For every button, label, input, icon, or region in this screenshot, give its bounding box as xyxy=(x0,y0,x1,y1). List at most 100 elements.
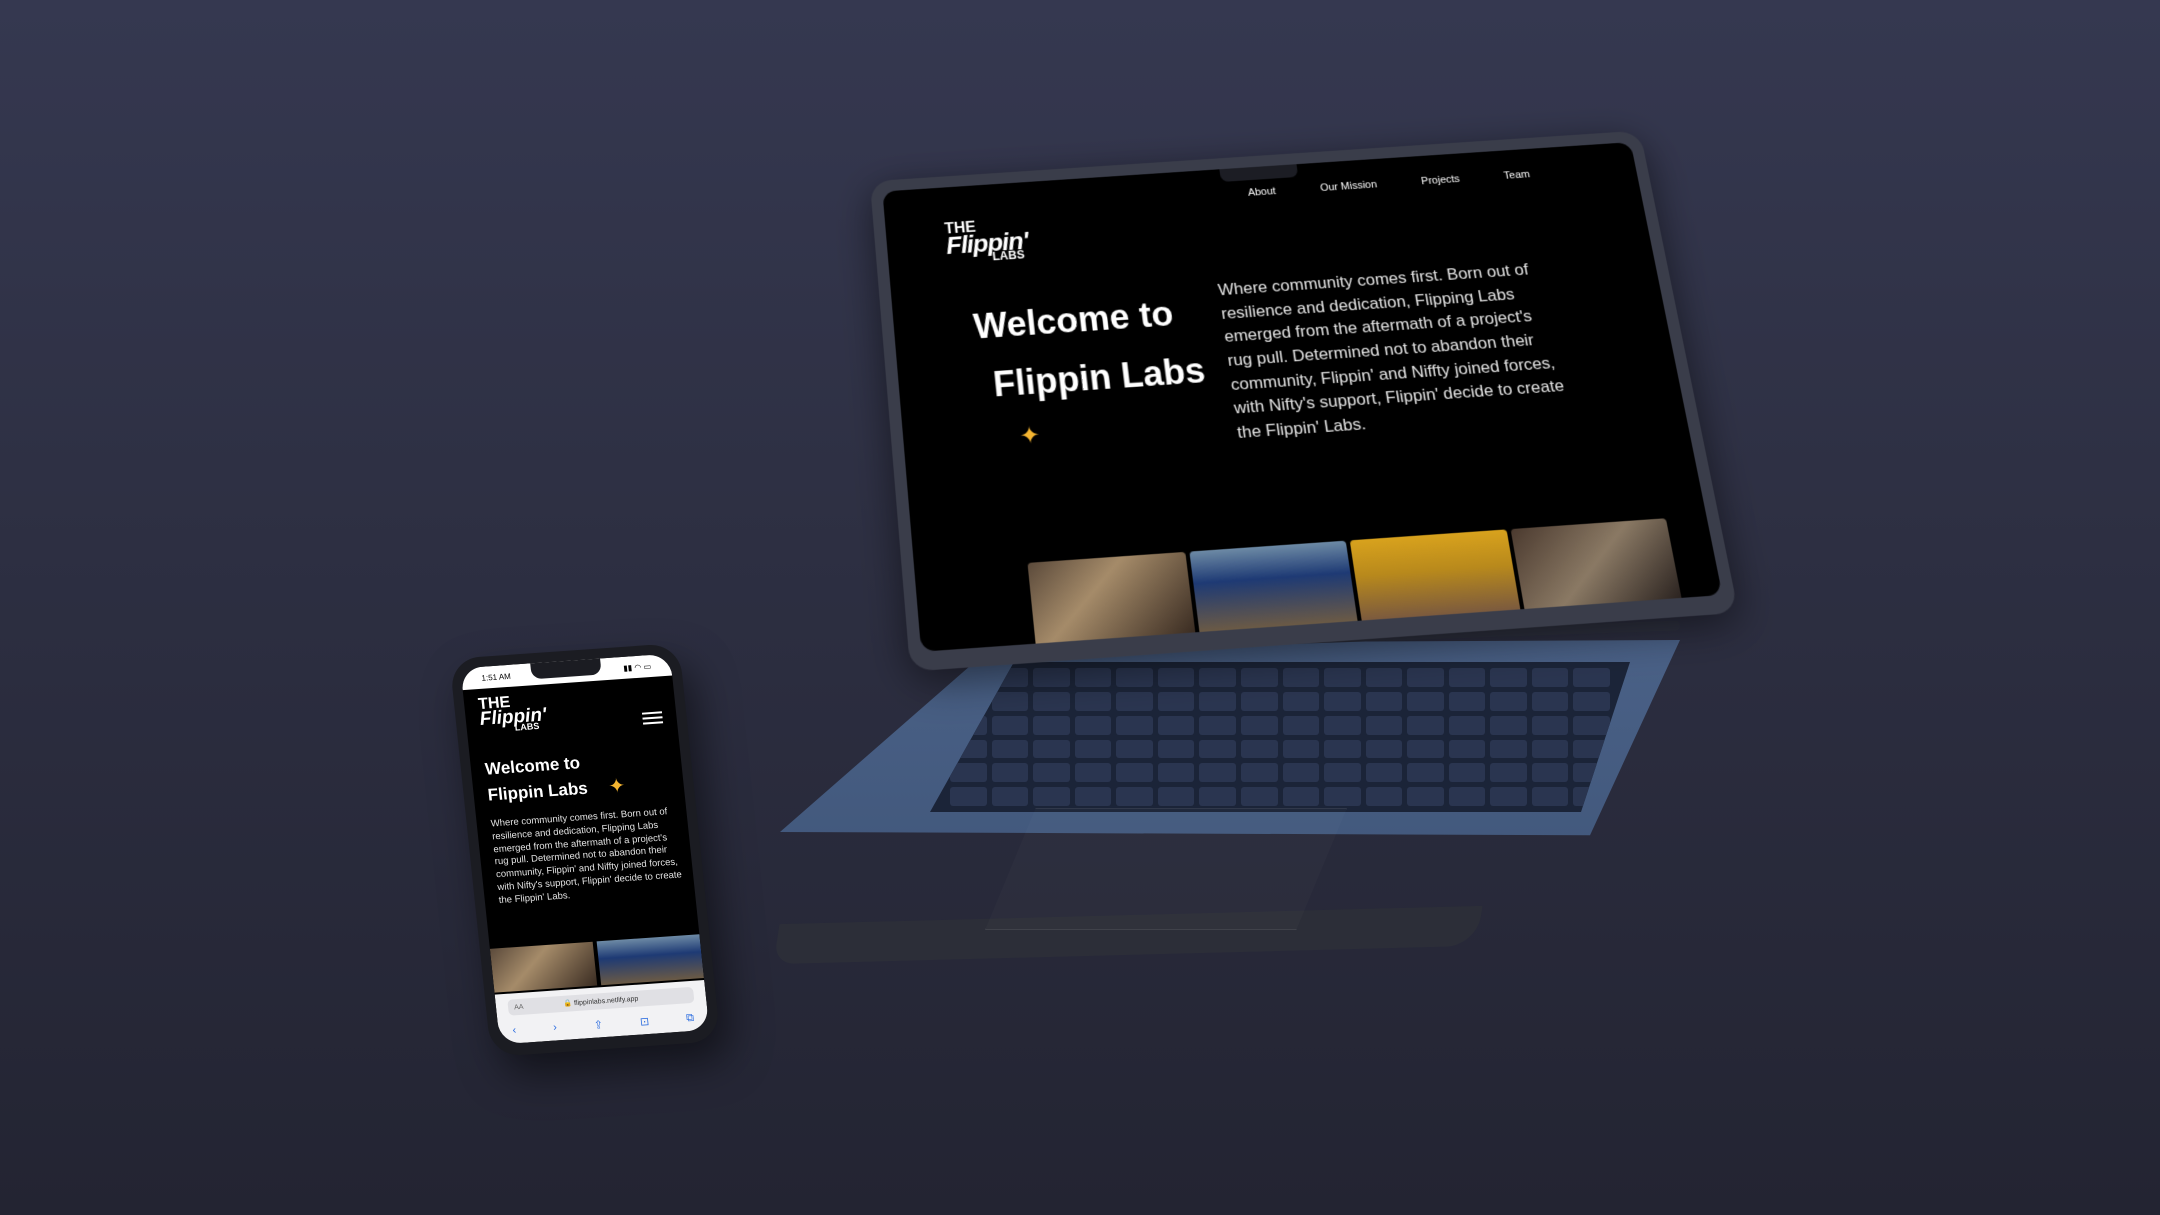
site-logo[interactable]: THE Flippin' LABS xyxy=(478,694,548,734)
keyboard-key xyxy=(1449,716,1486,735)
keyboard-key xyxy=(1366,763,1403,782)
keyboard-key xyxy=(1116,763,1153,782)
hero-title: Welcome to Flippin Labs xyxy=(971,283,1209,416)
keyboard-key xyxy=(1033,668,1070,687)
nav-projects[interactable]: Projects xyxy=(1420,174,1460,187)
logo-labs: LABS xyxy=(992,250,1030,261)
keyboard-key xyxy=(1532,740,1569,759)
status-time: 1:51 AM xyxy=(481,671,511,682)
keyboard-key xyxy=(1449,763,1486,782)
keyboard-key xyxy=(992,716,1029,735)
nav-our-mission[interactable]: Our Mission xyxy=(1319,179,1377,194)
phone-device: 1:51 AM ▮▮ ◠ ▭ THE Flippin' LABS Welcome… xyxy=(449,643,720,1057)
hero-title-line2: Flippin Labs xyxy=(487,776,590,809)
gallery-image xyxy=(1510,518,1681,609)
keyboard-key xyxy=(1449,740,1486,759)
keyboard-key xyxy=(1199,692,1236,711)
keyboard-key xyxy=(1532,763,1569,782)
back-icon[interactable]: ‹ xyxy=(512,1024,517,1037)
keyboard-key xyxy=(1241,716,1278,735)
keyboard-key xyxy=(1283,787,1320,806)
keyboard-key xyxy=(1075,740,1112,759)
keyboard-key xyxy=(992,763,1029,782)
keyboard-key xyxy=(1490,692,1527,711)
keyboard-key xyxy=(1324,716,1361,735)
keyboard-key xyxy=(1116,787,1153,806)
keyboard-key xyxy=(950,787,987,806)
forward-icon[interactable]: › xyxy=(553,1021,558,1034)
laptop-lid: THE Flippin' LABS About Our Mission Proj… xyxy=(870,131,1739,672)
keyboard-key xyxy=(1075,692,1112,711)
keyboard-key xyxy=(1407,668,1444,687)
keyboard-key xyxy=(1075,763,1112,782)
gallery-image xyxy=(1189,541,1358,632)
keyboard-key xyxy=(1366,787,1403,806)
share-icon[interactable]: ⇪ xyxy=(593,1018,604,1032)
keyboard-key xyxy=(1075,787,1112,806)
keyboard-key xyxy=(1324,692,1361,711)
keyboard-key xyxy=(1033,716,1070,735)
keyboard-key xyxy=(1075,668,1112,687)
keyboard-key xyxy=(1283,668,1320,687)
keyboard-key xyxy=(992,787,1029,806)
nav-about[interactable]: About xyxy=(1247,186,1276,199)
keyboard-key xyxy=(1407,763,1444,782)
keyboard-key xyxy=(1324,787,1361,806)
keyboard-key xyxy=(1158,692,1195,711)
keyboard-key xyxy=(1116,716,1153,735)
keyboard-key xyxy=(1199,787,1236,806)
keyboard-key xyxy=(1116,692,1153,711)
keyboard-key xyxy=(1241,692,1278,711)
keyboard-key xyxy=(1158,668,1195,687)
hamburger-menu-icon[interactable] xyxy=(642,708,664,727)
browser-toolbar: ‹ › ⇪ ⊡ ⧉ xyxy=(512,1012,695,1038)
hero-description: Where community comes first. Born out of… xyxy=(1217,257,1580,445)
keyboard-key xyxy=(1407,787,1444,806)
nav-team[interactable]: Team xyxy=(1503,169,1531,182)
keyboard-key xyxy=(1199,668,1236,687)
keyboard-key xyxy=(1324,668,1361,687)
gallery-image xyxy=(597,934,704,985)
keyboard-key xyxy=(1324,763,1361,782)
site-logo[interactable]: THE Flippin' LABS xyxy=(944,219,1030,265)
keyboard-key xyxy=(1199,740,1236,759)
gallery-image xyxy=(1350,529,1520,620)
hero-description: Where community comes first. Born out of… xyxy=(490,806,684,908)
keyboard-key xyxy=(1407,740,1444,759)
keyboard-key xyxy=(1283,763,1320,782)
keyboard-key xyxy=(1033,787,1070,806)
phone-screen: 1:51 AM ▮▮ ◠ ▭ THE Flippin' LABS Welcome… xyxy=(460,654,709,1045)
keyboard-key xyxy=(1449,692,1486,711)
keyboard-key xyxy=(1283,716,1320,735)
keyboard-key xyxy=(1033,740,1070,759)
keyboard-key xyxy=(1158,716,1195,735)
keyboard-key xyxy=(1449,668,1486,687)
hero-title-line2: Flippin Labs xyxy=(990,341,1208,415)
laptop-display: THE Flippin' LABS About Our Mission Proj… xyxy=(882,142,1722,652)
url-field[interactable]: AA 🔒 flippinlabs.netlify.app xyxy=(507,987,694,1016)
keyboard-key xyxy=(1407,692,1444,711)
keyboard-key xyxy=(1241,787,1278,806)
keyboard-key xyxy=(1490,787,1527,806)
keyboard-key xyxy=(1490,740,1527,759)
keyboard-key xyxy=(1158,787,1195,806)
tabs-icon[interactable]: ⧉ xyxy=(686,1012,695,1025)
bookmarks-icon[interactable]: ⊡ xyxy=(639,1015,650,1029)
text-size-button[interactable]: AA xyxy=(514,1003,524,1011)
keyboard-key xyxy=(1532,787,1569,806)
sparkle-icon: ✦ xyxy=(1018,421,1041,451)
keyboard-key xyxy=(1241,740,1278,759)
keyboard-key xyxy=(992,692,1029,711)
keyboard-key xyxy=(1366,692,1403,711)
keyboard-key xyxy=(1532,692,1569,711)
keyboard-key xyxy=(1573,668,1610,687)
gallery-image xyxy=(490,942,597,993)
keyboard-key xyxy=(1075,716,1112,735)
gallery-image xyxy=(1027,552,1194,644)
keyboard-key xyxy=(1490,668,1527,687)
sparkle-icon: ✦ xyxy=(607,773,626,799)
keyboard-key xyxy=(1033,763,1070,782)
keyboard-key xyxy=(1366,668,1403,687)
keyboard-key xyxy=(1532,716,1569,735)
status-icons: ▮▮ ◠ ▭ xyxy=(623,661,652,672)
